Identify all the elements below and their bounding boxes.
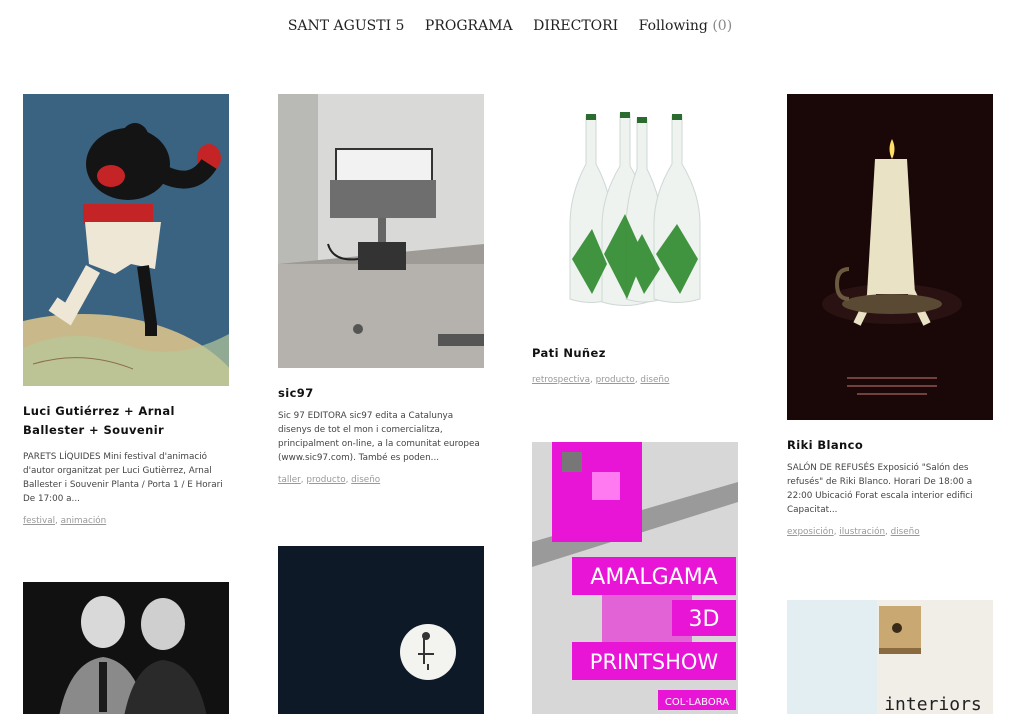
- amalgama-printshow: PRINTSHOW: [590, 650, 719, 674]
- tag-exposicion[interactable]: exposición: [787, 527, 834, 537]
- nav-following[interactable]: Following (0): [639, 18, 733, 34]
- nav-directori[interactable]: DIRECTORI: [533, 18, 618, 34]
- card-dark-cover: [278, 546, 484, 714]
- tag-ilustracion[interactable]: ilustración: [839, 527, 885, 537]
- card-tags: exposición, ilustración, diseño: [787, 527, 920, 537]
- following-label: Following: [638, 18, 708, 34]
- card-luci-gutierrez: Luci Gutiérrez + Arnal Ballester + Souve…: [23, 94, 229, 526]
- tag-animacion[interactable]: animación: [61, 516, 107, 526]
- card-tags: taller, producto, diseño: [278, 475, 381, 485]
- card-image-interiors[interactable]: interiors: [787, 600, 993, 714]
- boxer-illustration: [23, 94, 229, 386]
- card-amalgama: AMALGAMA 3D PRINTSHOW COL·LABORA: [532, 442, 738, 714]
- tag-taller[interactable]: taller: [278, 475, 301, 485]
- nav-sant-agusti[interactable]: SANT AGUSTI 5: [288, 18, 405, 34]
- card-photo-men: [23, 582, 229, 714]
- card-image-candle[interactable]: [787, 94, 993, 420]
- dark-cover-image: [278, 546, 484, 714]
- men-photo: [23, 582, 229, 714]
- tag-festival[interactable]: festival: [23, 516, 55, 526]
- card-image-men[interactable]: [23, 582, 229, 714]
- amalgama-collabora: COL·LABORA: [665, 697, 729, 708]
- card-title[interactable]: sic97: [278, 384, 484, 403]
- candle-photo: [787, 94, 993, 420]
- tag-diseno[interactable]: diseño: [640, 375, 669, 385]
- card-image-lamp[interactable]: [278, 94, 484, 368]
- card-riki-blanco: Riki Blanco SALÓN DE REFUSÉS Exposició "…: [787, 94, 993, 537]
- tag-diseno[interactable]: diseño: [891, 527, 920, 537]
- card-image-dark-cover[interactable]: [278, 546, 484, 714]
- bottles-photo: [532, 94, 738, 326]
- card-title[interactable]: Luci Gutiérrez + Arnal Ballester + Souve…: [23, 402, 229, 440]
- tag-producto[interactable]: producto: [306, 475, 345, 485]
- interiors-text: interiors: [884, 694, 982, 714]
- card-sic97: sic97 Sic 97 EDITORA sic97 edita a Catal…: [278, 94, 484, 485]
- lamp-photo: [278, 94, 484, 368]
- top-nav: SANT AGUSTI 5 PROGRAMA DIRECTORI Followi…: [0, 18, 1020, 34]
- tag-producto[interactable]: producto: [596, 375, 635, 385]
- tag-retrospectiva[interactable]: retrospectiva: [532, 375, 590, 385]
- card-tags: retrospectiva, producto, diseño: [532, 375, 670, 385]
- amalgama-title: AMALGAMA: [590, 565, 717, 590]
- card-description: SALÓN DE REFUSÉS Exposició "Salón des re…: [787, 463, 973, 515]
- card-pati-nunez: Pati Nuñez retrospectiva, producto, dise…: [532, 94, 738, 385]
- card-image-boxer[interactable]: [23, 94, 229, 386]
- card-image-bottles[interactable]: [532, 94, 738, 326]
- card-description: Sic 97 EDITORA sic97 edita a Catalunya d…: [278, 411, 480, 463]
- card-tags: festival, animación: [23, 516, 107, 526]
- card-title[interactable]: Riki Blanco: [787, 436, 993, 455]
- tag-diseno[interactable]: diseño: [351, 475, 380, 485]
- card-interiors: interiors: [787, 600, 993, 714]
- amalgama-poster: AMALGAMA 3D PRINTSHOW COL·LABORA: [532, 442, 738, 714]
- card-title[interactable]: Pati Nuñez: [532, 344, 738, 363]
- amalgama-3d: 3D: [689, 607, 720, 632]
- interiors-photo: interiors: [787, 600, 993, 714]
- nav-programa[interactable]: PROGRAMA: [425, 18, 513, 34]
- following-count: (0): [712, 18, 733, 34]
- card-description: PARETS LÍQUIDES Mini festival d'animació…: [23, 452, 223, 504]
- card-image-amalgama[interactable]: AMALGAMA 3D PRINTSHOW COL·LABORA: [532, 442, 738, 714]
